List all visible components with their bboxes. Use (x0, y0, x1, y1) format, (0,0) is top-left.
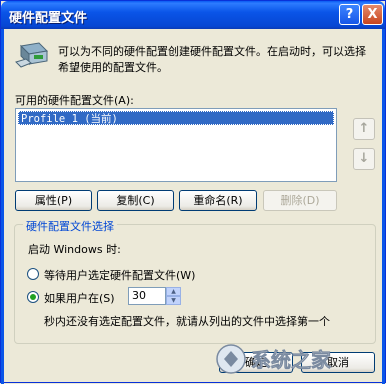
hardware-profile-icon (15, 42, 49, 68)
properties-button[interactable]: 属性(P) (15, 190, 92, 211)
move-up-button[interactable]: ↑ (353, 118, 375, 140)
help-button[interactable]: ? (339, 4, 360, 25)
window-frame-left (1, 29, 4, 384)
rename-button[interactable]: 重命名(R) (179, 190, 257, 211)
arrow-up-icon: ↑ (358, 121, 370, 136)
close-button[interactable]: X (362, 4, 383, 25)
timeout-spinner[interactable]: ▲ ▼ (166, 287, 181, 305)
dialog-title: 硬件配置文件 (9, 11, 88, 26)
arrow-down-icon: ↓ (358, 151, 370, 166)
move-down-button[interactable]: ↓ (353, 148, 375, 170)
timeout-radio-label[interactable]: 如果用户在(S) (44, 290, 115, 306)
title-bar[interactable]: 硬件配置文件 ? X (1, 1, 385, 29)
profiles-listbox[interactable]: Profile 1 (当前) (15, 108, 337, 182)
intro-description: 可以为不同的硬件配置创建硬件配置文件。在启动时，可以选择希望使用的配置文件。 (58, 45, 366, 74)
list-item[interactable]: Profile 1 (当前) (18, 111, 334, 125)
timeout-radio[interactable] (27, 291, 39, 303)
wait-radio-label[interactable]: 等待用户选定硬件配置文件(W) (44, 267, 195, 283)
timeout-description: 秒内还没有选定配置文件，就请从列出的文件中选择第一个 (44, 315, 330, 328)
hardware-profiles-dialog: 硬件配置文件 ? X 可以为不同的硬件配置创建硬件配置文件。在启动时，可以选择希… (0, 0, 386, 384)
watermark-text: 系统之家 (251, 348, 332, 372)
window-frame-right (382, 29, 385, 384)
profiles-list-label: 可用的硬件配置文件(A): (15, 94, 134, 107)
delete-button[interactable]: 删除(D) (263, 190, 337, 211)
radio-selected-dot (30, 294, 36, 300)
site-watermark: 系统之家 (216, 344, 332, 374)
spin-up-icon[interactable]: ▲ (166, 287, 181, 296)
spin-down-icon[interactable]: ▼ (166, 296, 181, 305)
wait-radio[interactable] (27, 268, 39, 280)
startup-label: 启动 Windows 时: (28, 243, 121, 256)
timeout-seconds-input[interactable]: 30 (128, 287, 166, 305)
copy-button[interactable]: 复制(C) (97, 190, 174, 211)
group-title: 硬件配置文件选择 (23, 218, 117, 234)
